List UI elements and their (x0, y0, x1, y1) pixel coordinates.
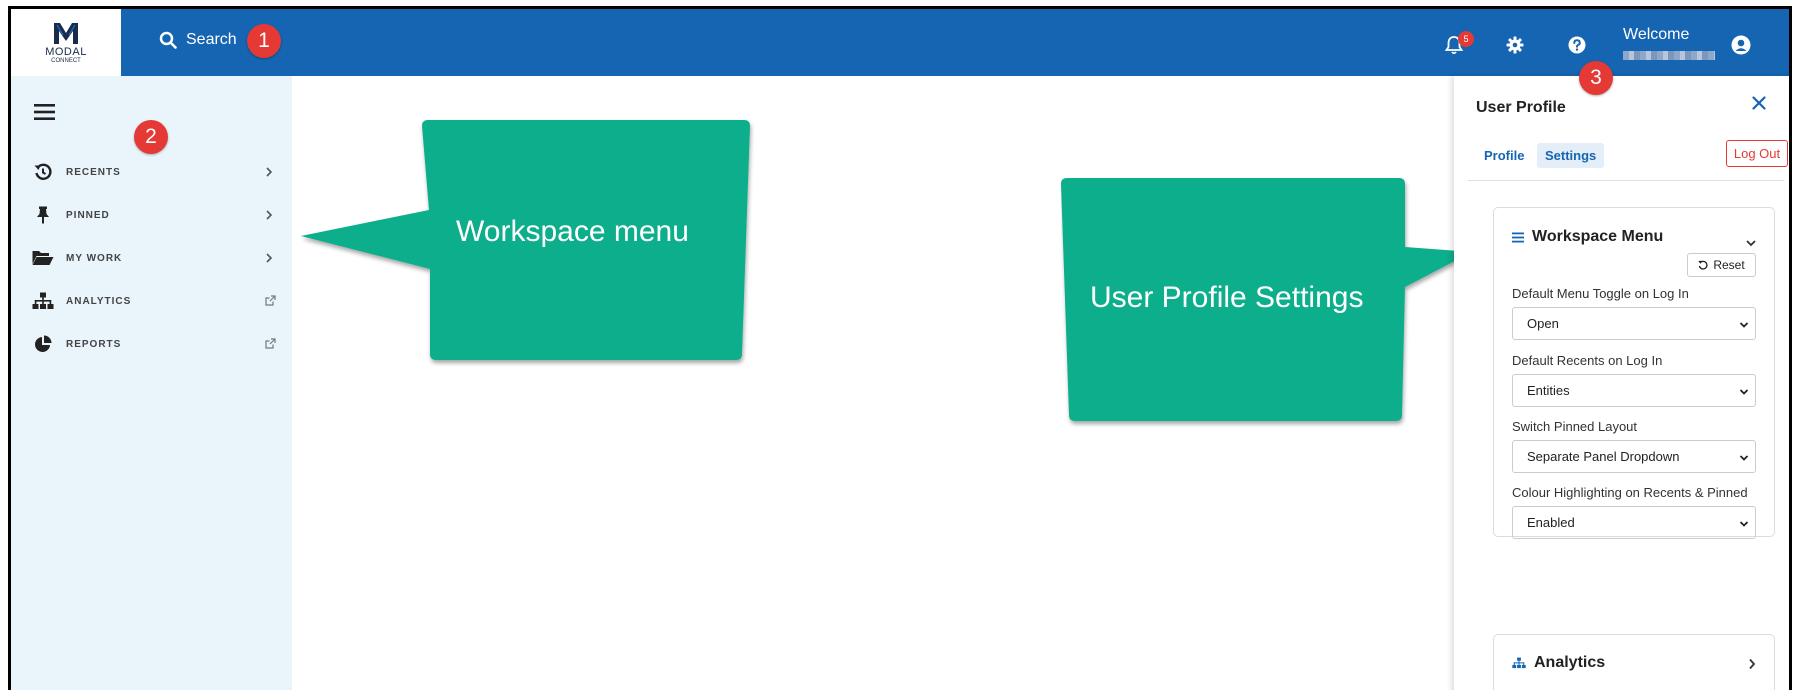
undo-icon (1698, 260, 1708, 270)
sidebar-item-label: MY WORK (66, 252, 123, 264)
workspace-menu-card-title: Workspace Menu (1532, 228, 1664, 245)
pin-icon (32, 204, 54, 226)
close-panel-button[interactable] (1752, 96, 1766, 115)
sidebar-item-recents[interactable]: RECENTS (11, 153, 292, 191)
chevron-right-icon (265, 207, 273, 223)
hamburger-icon (34, 104, 55, 120)
chevron-right-icon (265, 250, 273, 266)
field-label-pinned-layout: Switch Pinned Layout (1512, 419, 1638, 434)
sidebar-item-label: PINNED (66, 209, 110, 221)
external-link-icon (265, 336, 276, 352)
sidebar-item-pinned[interactable]: PINNED (11, 196, 292, 234)
user-profile-panel: User Profile Profile Settings Log Out Wo… (1454, 76, 1789, 690)
settings-button[interactable] (1506, 36, 1524, 59)
pinned-layout-select[interactable]: Separate Panel Dropdown (1512, 440, 1756, 473)
chevron-down-icon (1739, 451, 1749, 466)
reset-button[interactable]: Reset (1687, 253, 1756, 277)
chevron-down-icon[interactable] (1746, 234, 1756, 252)
workspace-menu-callout-text: Workspace menu (456, 215, 689, 248)
tab-profile[interactable]: Profile (1476, 143, 1532, 168)
welcome-label: Welcome (1623, 26, 1690, 43)
workspace-sidebar: 2 RECENTS PINNED MY WORK ANALYTICS REPOR… (11, 76, 292, 690)
search-icon (159, 31, 177, 49)
app-window: MODAL CONNECT Search 1 5 Welcome 2 RECEN… (8, 6, 1792, 690)
bars-icon (1512, 232, 1524, 242)
folder-open-icon (32, 247, 54, 269)
help-button[interactable] (1568, 36, 1586, 59)
question-circle-icon (1568, 36, 1586, 54)
default-recents-value: Entities (1527, 383, 1570, 398)
sitemap-icon (1512, 657, 1526, 669)
sidebar-item-my-work[interactable]: MY WORK (11, 239, 292, 277)
field-label-colour-highlighting: Colour Highlighting on Recents & Pinned (1512, 485, 1748, 500)
close-icon (1752, 96, 1766, 110)
analytics-card[interactable]: Analytics (1493, 634, 1775, 690)
external-link-icon (265, 293, 276, 309)
analytics-card-header: Analytics (1512, 654, 1605, 672)
chevron-right-icon (265, 164, 273, 180)
pie-chart-icon (32, 333, 54, 355)
sidebar-item-analytics[interactable]: ANALYTICS (11, 282, 292, 320)
annotation-marker-2: 2 (134, 120, 168, 154)
panel-divider (1468, 180, 1784, 181)
chevron-right-icon (1748, 657, 1756, 675)
default-recents-select[interactable]: Entities (1512, 374, 1756, 407)
log-out-button[interactable]: Log Out (1726, 140, 1788, 167)
user-profile-button[interactable] (1731, 35, 1751, 60)
colour-highlighting-select[interactable]: Enabled (1512, 506, 1756, 539)
menu-toggle-value: Open (1527, 316, 1559, 331)
sidebar-item-label: RECENTS (66, 166, 121, 178)
top-navigation-bar: MODAL CONNECT Search 1 5 Welcome (11, 9, 1789, 76)
panel-title: User Profile (1476, 99, 1566, 116)
search-button[interactable]: Search (159, 31, 237, 49)
menu-toggle-select[interactable]: Open (1512, 307, 1756, 340)
annotation-marker-1: 1 (247, 24, 281, 58)
history-icon (32, 161, 54, 183)
gear-icon (1506, 36, 1524, 54)
sitemap-icon (32, 290, 54, 312)
logo-text: MODAL (45, 46, 87, 58)
workspace-menu-card-header[interactable]: Workspace Menu (1512, 228, 1663, 246)
tab-settings[interactable]: Settings (1537, 143, 1605, 168)
chevron-down-icon (1739, 385, 1749, 400)
redacted-username (1623, 51, 1715, 60)
sidebar-item-reports[interactable]: REPORTS (11, 325, 292, 363)
workspace-menu-card: Workspace Menu Reset Default Menu Toggle… (1493, 207, 1775, 539)
chevron-down-icon (1739, 318, 1749, 333)
modal-logo-icon (54, 23, 78, 44)
field-label-menu-toggle: Default Menu Toggle on Log In (1512, 286, 1689, 301)
annotation-marker-3: 3 (1579, 61, 1613, 95)
menu-toggle-button[interactable] (34, 103, 56, 126)
analytics-card-title: Analytics (1534, 654, 1606, 671)
sidebar-item-label: REPORTS (66, 338, 122, 350)
chevron-down-icon (1739, 517, 1749, 532)
search-label: Search (186, 31, 237, 48)
notification-count-badge: 5 (1458, 31, 1474, 47)
app-logo[interactable]: MODAL CONNECT (11, 9, 121, 76)
user-circle-icon (1731, 35, 1751, 55)
reset-label: Reset (1713, 258, 1745, 272)
pinned-layout-value: Separate Panel Dropdown (1527, 449, 1680, 464)
field-label-default-recents: Default Recents on Log In (1512, 353, 1663, 368)
user-profile-settings-callout-text: User Profile Settings (1090, 281, 1364, 314)
logo-subtext: CONNECT (51, 58, 81, 64)
sidebar-item-label: ANALYTICS (66, 295, 132, 307)
colour-highlighting-value: Enabled (1527, 515, 1575, 530)
